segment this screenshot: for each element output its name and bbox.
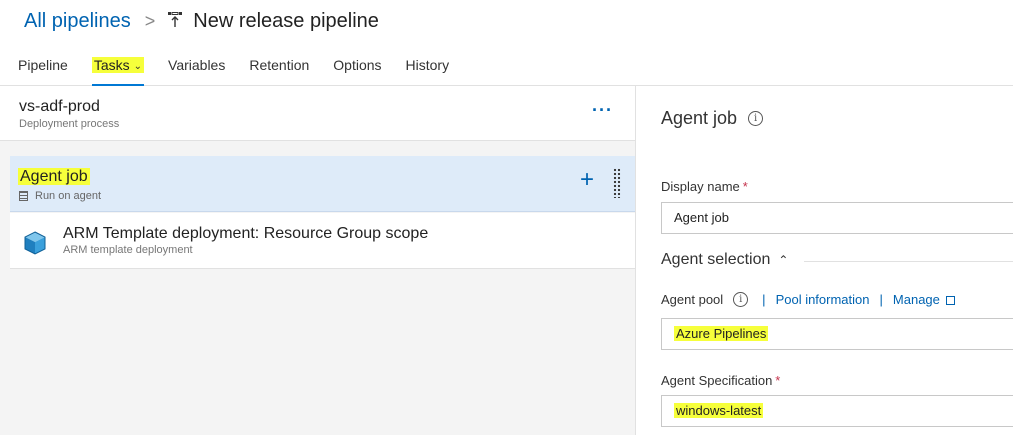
agent-spec-label: Agent Specification * [661,373,780,388]
chevron-down-icon: ⌄ [133,61,143,72]
page-header: All pipelines > New release pipeline Pip… [0,0,1013,86]
required-marker: * [742,179,748,194]
tab-label: Tasks ⌄ [91,57,145,73]
task-title: ARM Template deployment: Resource Group … [63,225,429,242]
breadcrumb: All pipelines > New release pipeline [24,8,379,34]
tab-label: Variables [168,57,226,73]
add-task-button[interactable]: + [580,168,594,192]
breadcrumb-separator: > [144,10,156,31]
drag-handle-icon[interactable] [613,168,621,198]
release-pipeline-icon [167,11,183,29]
tab-history[interactable]: History [406,52,450,80]
display-name-label-text: Display name [661,179,740,194]
agent-job-subtitle: Run on agent [19,190,101,202]
link-separator: | [879,292,883,307]
all-pipelines-link[interactable]: All pipelines [24,10,131,33]
agent-spec-label-text: Agent Specification [661,373,773,388]
agent-pool-select[interactable]: Azure Pipelines [661,318,1013,350]
display-name-input[interactable]: Agent job [661,202,1013,234]
tab-label: Retention [249,57,310,73]
server-icon [19,191,28,201]
task-row[interactable]: ARM Template deployment: Resource Group … [10,213,635,269]
agent-pool-label: Agent pool [661,292,724,307]
agent-job-row[interactable]: Agent job Run on agent + [10,156,635,212]
section-divider [804,261,1013,262]
panel-title: Agent job i [661,108,764,129]
agent-selection-section-header[interactable]: Agent selection ⌃ [661,251,788,269]
agent-job-title: Agent job [18,168,90,186]
agent-selection-label: Agent selection [661,251,771,268]
chevron-up-icon: ⌃ [778,253,789,267]
agent-spec-select[interactable]: windows-latest [661,395,1013,427]
info-icon[interactable]: i [748,111,764,126]
task-subtitle: ARM template deployment [63,244,193,256]
agent-job-properties-panel: Agent job i Display name * Agent job Agen… [637,86,1013,435]
manage-link[interactable]: Manage [893,292,940,307]
arm-template-cube-icon [22,230,48,256]
agent-pool-value: Azure Pipelines [674,326,769,341]
tab-tasks[interactable]: Tasks ⌄ [91,52,145,86]
tab-variables[interactable]: Variables [168,52,225,80]
info-icon[interactable]: i [733,292,749,307]
tab-bar: Pipeline Tasks ⌄ Variables Retention Opti… [18,52,473,86]
pool-information-link[interactable]: Pool information [776,292,870,307]
tab-label: Pipeline [18,57,68,73]
link-separator: | [762,292,766,307]
tab-label: History [405,57,450,73]
required-marker: * [775,373,781,388]
external-link-icon [945,296,955,305]
tasks-list-panel: vs-adf-prod Deployment process ··· Agent… [0,86,636,435]
more-actions-button[interactable]: ··· [592,100,613,121]
tab-label: Options [333,57,382,73]
stage-name: vs-adf-prod [19,98,100,115]
agent-pool-label-row: Agent pool i | Pool information | Manage [661,292,955,307]
tab-label-text: Tasks [93,57,130,73]
stage-subtitle: Deployment process [19,118,120,130]
panel-title-text: Agent job [661,108,738,128]
agent-job-title-text: Agent job [18,168,90,185]
page-title: New release pipeline [193,9,379,32]
tab-pipeline[interactable]: Pipeline [18,52,68,80]
display-name-label: Display name * [661,179,748,194]
agent-job-subtitle-text: Run on agent [35,190,102,202]
tab-options[interactable]: Options [333,52,381,80]
agent-spec-value: windows-latest [674,403,764,418]
stage-header[interactable]: vs-adf-prod Deployment process ··· [0,86,635,141]
tab-retention[interactable]: Retention [249,52,309,80]
